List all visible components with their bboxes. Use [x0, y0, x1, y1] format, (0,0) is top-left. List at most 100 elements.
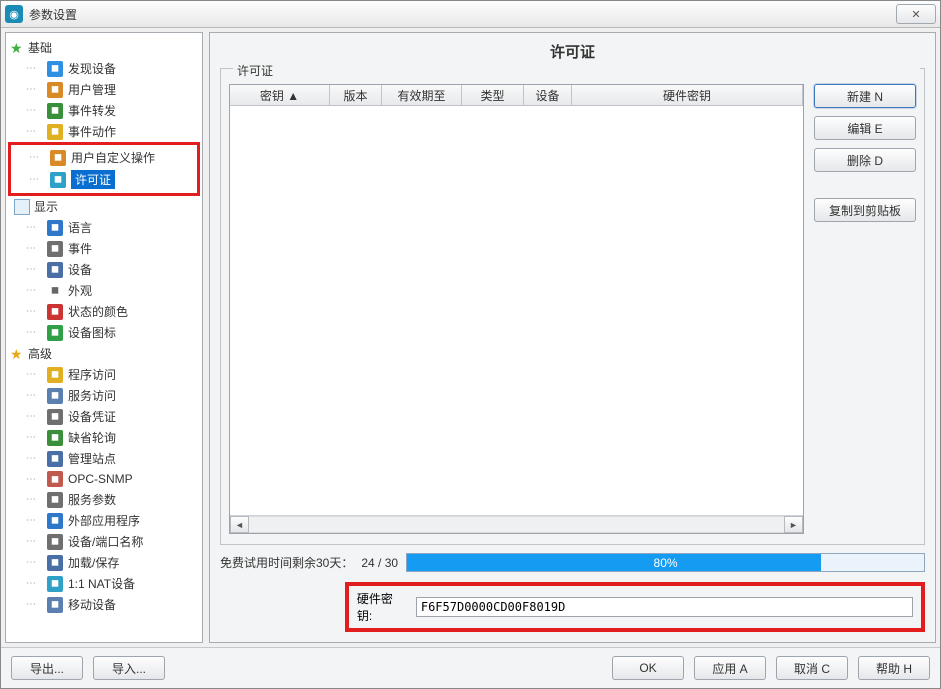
sidebar-item-globe[interactable]: ⋯◼语言	[8, 217, 200, 238]
body-area: 基础 ⋯◼发现设备⋯◼用户管理⋯◼事件转发⋯◼事件动作⋯◼用户自定义操作⋯◼许可…	[1, 28, 940, 647]
sidebar-item-user[interactable]: ⋯ ◼ 用户管理	[8, 79, 200, 100]
sidebar-item-bell[interactable]: ⋯◼事件动作	[8, 121, 200, 142]
sidebar-item-nat[interactable]: ⋯◼1:1 NAT设备	[8, 573, 200, 594]
tree-connector-icon: ⋯	[26, 474, 42, 485]
device-icons-icon: ◼	[47, 325, 63, 341]
sidebar-item-license[interactable]: ⋯◼许可证	[11, 168, 197, 191]
user-action-icon: ◼	[50, 150, 66, 166]
col-type[interactable]: 类型	[462, 85, 524, 105]
sidebar-item-mobile[interactable]: ⋯◼移动设备	[8, 594, 200, 615]
scroll-track[interactable]	[249, 516, 784, 533]
tree-connector-icon: ⋯	[26, 536, 42, 547]
sidebar-item-label: 服务参数	[68, 491, 116, 508]
magnifier-icon: ◼	[47, 61, 63, 77]
event-icon: ◼	[47, 241, 63, 257]
tree-connector-icon: ⋯	[29, 152, 45, 163]
sidebar-item-service-params[interactable]: ⋯ ◼ 服务参数	[8, 489, 200, 510]
names-icon: ◼	[47, 534, 63, 550]
tree-connector-icon: ⋯	[26, 222, 42, 233]
sidebar-item-ext-app[interactable]: ⋯◼外部应用程序	[8, 510, 200, 531]
sidebar-item-label: 缺省轮询	[68, 429, 116, 446]
close-button[interactable]: ✕	[896, 4, 936, 24]
sidebar-item-appearance[interactable]: ⋯◼外观	[8, 280, 200, 301]
sidebar-item-user-action[interactable]: ⋯◼用户自定义操作	[11, 147, 197, 168]
sidebar-item-program-access[interactable]: ⋯ ◼ 程序访问	[8, 364, 200, 385]
help-button[interactable]: 帮助 H	[858, 656, 930, 680]
sidebar-item-label: 发现设备	[68, 60, 116, 77]
sidebar-item-label: 设备图标	[68, 324, 116, 341]
trial-progress: 80%	[406, 553, 925, 572]
tree-connector-icon: ⋯	[26, 327, 42, 338]
sidebar-item-label: 许可证	[71, 170, 115, 189]
export-button[interactable]: 导出...	[11, 656, 83, 680]
license-icon: ◼	[50, 172, 66, 188]
tree-connector-icon: ⋯	[26, 432, 42, 443]
sidebar-item-label: 用户管理	[68, 81, 116, 98]
sidebar-item-label: 管理站点	[68, 450, 116, 467]
cancel-button[interactable]: 取消 C	[776, 656, 848, 680]
sidebar-item-label: 设备	[68, 261, 92, 278]
sidebar-item-label: 服务访问	[68, 387, 116, 404]
tree-connector-icon: ⋯	[26, 369, 42, 380]
sidebar-item-opc-snmp[interactable]: ⋯◼OPC-SNMP	[8, 469, 200, 489]
sidebar-item-names[interactable]: ⋯ ◼ 设备/端口名称	[8, 531, 200, 552]
load-save-icon: ◼	[47, 555, 63, 571]
credentials-icon: ◼	[47, 409, 63, 425]
sidebar-item-label: 设备/端口名称	[68, 533, 143, 550]
import-button[interactable]: 导入...	[93, 656, 165, 680]
copy-button[interactable]: 复制到剪贴板	[814, 198, 916, 222]
footer: 导出... 导入... OK 应用 A 取消 C 帮助 H	[1, 647, 940, 688]
program-access-icon: ◼	[47, 367, 63, 383]
tree-group-advanced[interactable]: 高级	[8, 343, 200, 364]
mobile-icon: ◼	[47, 597, 63, 613]
tree-group-basic[interactable]: 基础	[8, 37, 200, 58]
tree-connector-icon: ⋯	[26, 84, 42, 95]
tree-connector-icon: ⋯	[26, 494, 42, 505]
ok-button[interactable]: OK	[612, 656, 684, 680]
side-buttons: 新建 N 编辑 E 删除 D 复制到剪贴板	[814, 84, 916, 534]
hwkey-highlight: 硬件密钥:	[345, 582, 925, 632]
sidebar-item-colors[interactable]: ⋯◼状态的颜色	[8, 301, 200, 322]
edit-button[interactable]: 编辑 E	[814, 116, 916, 140]
sidebar-item-label: 加载/保存	[68, 554, 119, 571]
sidebar[interactable]: 基础 ⋯◼发现设备⋯◼用户管理⋯◼事件转发⋯◼事件动作⋯◼用户自定义操作⋯◼许可…	[5, 32, 203, 643]
sidebar-item-label: 外观	[68, 282, 92, 299]
sidebar-item-devices-icon[interactable]: ⋯ ◼ 设备图标	[8, 322, 200, 343]
col-expiry[interactable]: 有效期至	[382, 85, 462, 105]
sidebar-item-magnifier[interactable]: ⋯◼发现设备	[8, 58, 200, 79]
sidebar-item-device[interactable]: ⋯◼设备	[8, 259, 200, 280]
tree-connector-icon: ⋯	[26, 126, 42, 137]
sidebar-item-credentials[interactable]: ⋯◼设备凭证	[8, 406, 200, 427]
form-icon	[14, 199, 30, 215]
service-params-icon: ◼	[47, 492, 63, 508]
sidebar-item-sites[interactable]: ⋯◼管理站点	[8, 448, 200, 469]
delete-button[interactable]: 删除 D	[814, 148, 916, 172]
sidebar-item-service-access[interactable]: ⋯◼服务访问	[8, 385, 200, 406]
sidebar-item-forward[interactable]: ⋯◼事件转发	[8, 100, 200, 121]
new-button[interactable]: 新建 N	[814, 84, 916, 108]
col-hwkey[interactable]: 硬件密钥	[572, 85, 803, 105]
tree-group-display[interactable]: 显示	[8, 196, 200, 217]
hwkey-input[interactable]	[416, 597, 913, 617]
col-version[interactable]: 版本	[330, 85, 382, 105]
col-key[interactable]: 密钥 ▲	[230, 85, 330, 105]
col-device[interactable]: 设备	[524, 85, 572, 105]
apply-button[interactable]: 应用 A	[694, 656, 766, 680]
tree-connector-icon: ⋯	[26, 306, 42, 317]
user-icon: ◼	[47, 82, 63, 98]
sidebar-item-event[interactable]: ⋯◼事件	[8, 238, 200, 259]
table-hscroll[interactable]: ◄ ►	[230, 515, 803, 533]
sidebar-item-label: 事件动作	[68, 123, 116, 140]
titlebar: ◉ 参数设置 ✕	[1, 1, 940, 28]
sidebar-item-poll[interactable]: ⋯◼缺省轮询	[8, 427, 200, 448]
scroll-left-icon[interactable]: ◄	[230, 516, 249, 533]
appearance-icon: ◼	[47, 283, 63, 299]
opc-snmp-icon: ◼	[47, 471, 63, 487]
sidebar-item-label: 事件转发	[68, 102, 116, 119]
ext-app-icon: ◼	[47, 513, 63, 529]
sidebar-item-label: 程序访问	[68, 366, 116, 383]
trial-label: 免费试用时间剩余30天：	[220, 554, 353, 571]
sidebar-item-load-save[interactable]: ⋯◼加载/保存	[8, 552, 200, 573]
scroll-right-icon[interactable]: ►	[784, 516, 803, 533]
license-table[interactable]: 密钥 ▲ 版本 有效期至 类型 设备 硬件密钥 ◄ ►	[229, 84, 804, 534]
